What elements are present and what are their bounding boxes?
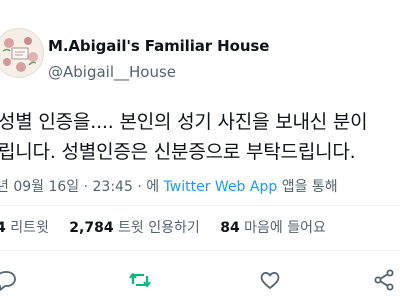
tweet-text-line-2: 립니다. 성별인증은 신분증으로 부탁드립니다.: [0, 141, 356, 163]
action-bar: [0, 262, 400, 292]
tweet-stats: 4 리트윗 2,784 트윗 인용하기 84 마음에 들어요: [0, 217, 326, 237]
floral-avatar-icon: [0, 29, 43, 77]
avatar[interactable]: [0, 28, 44, 78]
share-icon: [374, 269, 394, 291]
like-button[interactable]: [258, 268, 282, 292]
likes-label: 마음에 들어요: [244, 220, 326, 236]
divider: [0, 250, 400, 251]
retweet-icon: [129, 273, 151, 287]
reply-icon: [0, 271, 16, 291]
tweet-source-link[interactable]: Twitter Web App: [164, 179, 278, 195]
retweets-stat[interactable]: 4 리트윗: [0, 220, 49, 236]
reply-button[interactable]: [0, 268, 18, 292]
tweet-timestamp[interactable]: 년 09월 16일 · 23:45 · 에: [0, 179, 164, 195]
quotes-stat[interactable]: 2,784 트윗 인용하기: [69, 220, 199, 236]
heart-icon: [260, 272, 280, 289]
share-button[interactable]: [372, 268, 396, 292]
display-name[interactable]: M.Abigail's Familiar House: [48, 37, 269, 55]
likes-stat[interactable]: 84 마음에 들어요: [220, 220, 326, 236]
divider: [0, 205, 400, 206]
retweets-count: 4: [0, 220, 6, 236]
retweet-button[interactable]: [128, 268, 152, 292]
tweet-text-line-1: 성별 인증을.... 본인의 성기 사진을 보내신 분이: [0, 111, 368, 133]
tweet-metadata: 년 09월 16일 · 23:45 · 에 Twitter Web App 앱을…: [0, 176, 338, 196]
user-handle[interactable]: @Abigail__House: [48, 63, 176, 81]
likes-count: 84: [220, 220, 240, 236]
tweet-source-suffix: 앱을 통해: [277, 179, 338, 195]
retweets-label: 리트윗: [10, 220, 49, 236]
quotes-count: 2,784: [69, 220, 114, 236]
quotes-label: 트윗 인용하기: [118, 220, 200, 236]
